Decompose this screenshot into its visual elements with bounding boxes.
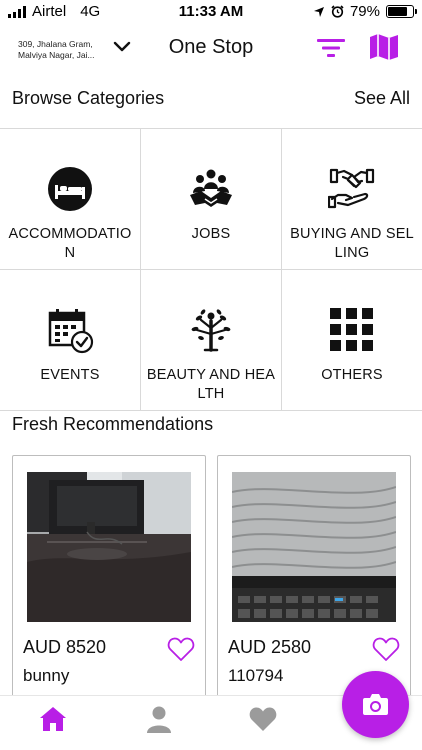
home-icon[interactable] (38, 704, 68, 734)
category-buying-and-selling[interactable]: BUYING AND SELLING (282, 129, 422, 270)
app-header: 309, Jhalana Gram, Malviya Nagar, Jai...… (0, 24, 422, 74)
product-price: AUD 8520 (23, 637, 107, 657)
camera-icon (363, 694, 388, 715)
heart-icon[interactable] (167, 636, 195, 662)
grid-icon (330, 308, 373, 351)
location-line-2: Malviya Nagar, Jai... (18, 50, 95, 60)
app-title: One Stop (168, 36, 254, 58)
category-label: EVENTS (40, 367, 100, 383)
category-beauty-and-health[interactable]: BEAUTY AND HEALTH (141, 270, 282, 411)
alarm-icon (331, 5, 344, 18)
category-events[interactable]: EVENTS (0, 270, 141, 411)
category-label: BUYING AND SELLING (290, 226, 414, 261)
product-name: bunny (23, 666, 70, 685)
battery-fill (388, 7, 407, 16)
calendar-check-icon (48, 309, 94, 354)
profile-icon[interactable] (144, 704, 174, 734)
battery-icon (386, 5, 417, 18)
heart-icon[interactable] (372, 636, 400, 662)
status-bar: Airtel 4G 11:33 AM 79% (0, 0, 422, 24)
category-label: OTHERS (321, 367, 383, 383)
category-grid: ACCOMMODATION JOBS BUYING AND SELLING EV… (0, 128, 422, 411)
category-accommodation[interactable]: ACCOMMODATION (0, 129, 141, 270)
tree-person-icon (191, 309, 231, 352)
product-photo (232, 472, 396, 622)
browse-categories-header: Browse Categories See All (12, 88, 410, 109)
product-card[interactable]: AUD 8520 bunny (12, 455, 206, 705)
map-icon[interactable] (368, 32, 400, 62)
product-price: AUD 2580 (228, 637, 312, 657)
browse-categories-title: Browse Categories (12, 88, 165, 108)
see-all-link[interactable]: See All (354, 88, 410, 109)
product-photo (27, 472, 191, 622)
category-label: JOBS (191, 226, 231, 242)
team-handshake-icon (190, 169, 232, 207)
category-others[interactable]: OTHERS (282, 270, 422, 411)
location-arrow-icon (313, 6, 324, 17)
product-name: 110794 (228, 666, 284, 685)
camera-fab-button[interactable] (342, 671, 409, 738)
category-label: ACCOMMODATION (8, 226, 132, 261)
category-label: BEAUTY AND HEALTH (146, 367, 276, 402)
recommendations-title: Fresh Recommendations (12, 414, 214, 434)
chevron-down-icon[interactable] (113, 40, 131, 54)
recommendations-header: Fresh Recommendations (12, 414, 410, 435)
location-line-1: 309, Jhalana Gram, (18, 39, 93, 49)
location-selector[interactable]: 309, Jhalana Gram, Malviya Nagar, Jai... (18, 39, 110, 61)
hands-exchange-icon (328, 168, 375, 209)
status-right: 79% (313, 3, 417, 20)
filter-icon[interactable] (316, 37, 346, 59)
product-card[interactable]: AUD 2580 110794 (217, 455, 411, 705)
battery-percent: 79% (349, 3, 380, 20)
bed-icon (48, 167, 92, 211)
favorites-icon[interactable] (248, 704, 278, 734)
category-jobs[interactable]: JOBS (141, 129, 282, 270)
